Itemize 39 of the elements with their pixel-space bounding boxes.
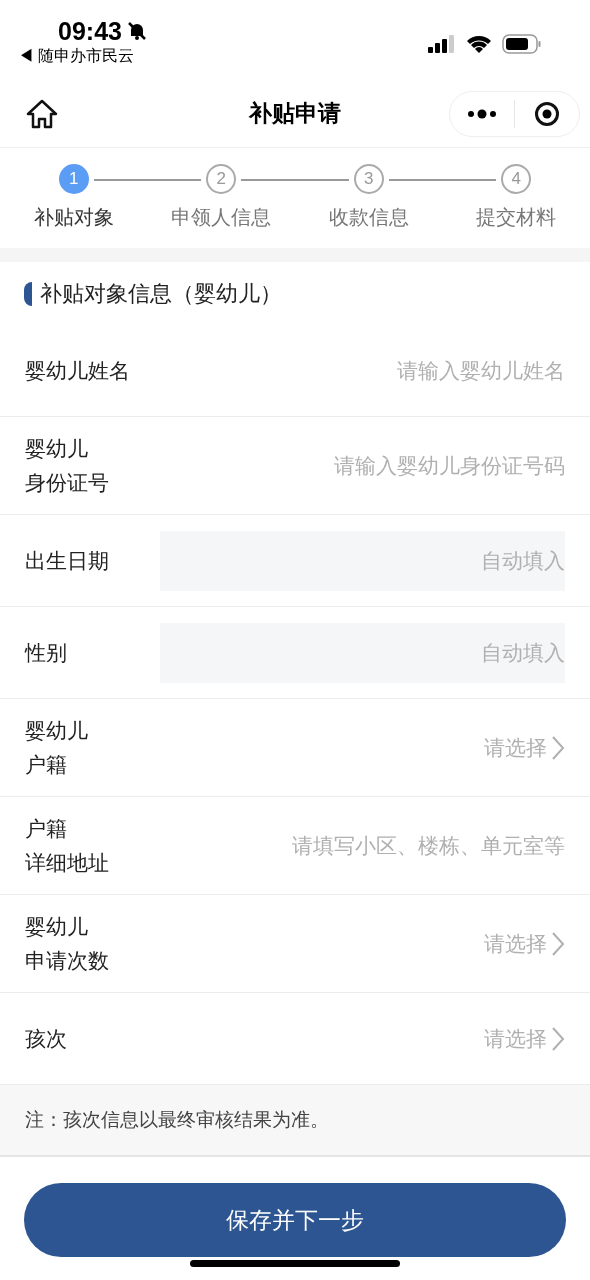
- step-number: 3: [353, 164, 384, 194]
- chevron-right-icon: [551, 734, 565, 761]
- step-label[interactable]: 补贴对象: [33, 202, 114, 232]
- auto-fill-field[interactable]: 自动填入: [160, 622, 565, 683]
- section-title: 补贴对象信息（婴幼儿）: [40, 280, 282, 308]
- home-button[interactable]: [26, 98, 58, 129]
- chevron-right-icon: [551, 1025, 565, 1052]
- step-number: 2: [206, 164, 237, 194]
- field-label: 户籍 详细地址: [25, 815, 110, 876]
- field-label: 孩次: [25, 1025, 68, 1052]
- chevron-right-icon: [551, 930, 565, 957]
- bell-muted-icon: [125, 20, 148, 42]
- input-field[interactable]: 请输入婴幼儿姓名: [155, 354, 565, 387]
- step-label[interactable]: 提交材料: [476, 202, 557, 232]
- back-to-app-link[interactable]: ◀ 随申办市民云: [18, 46, 148, 66]
- step-number: 1: [58, 164, 89, 194]
- field-label: 性别: [25, 639, 68, 666]
- field-label: 婴幼儿姓名: [25, 357, 131, 384]
- input-field[interactable]: 请填写小区、楼栋、单元室等: [155, 829, 565, 862]
- field-label: 婴幼儿 身份证号: [25, 435, 110, 496]
- section-marker: [24, 281, 32, 306]
- save-next-button[interactable]: 保存并下一步: [24, 1183, 566, 1257]
- field-label: 婴幼儿 户籍: [25, 717, 89, 778]
- note-text: 注：孩次信息以最终审核结果为准。: [25, 1107, 329, 1132]
- status-time: 09:43: [58, 16, 122, 46]
- step-label[interactable]: 申领人信息: [171, 202, 272, 232]
- auto-fill-field[interactable]: 自动填入: [160, 530, 565, 591]
- field-label: 出生日期: [25, 547, 110, 574]
- battery-icon: [502, 34, 542, 54]
- more-icon: [467, 108, 497, 119]
- wifi-icon: [466, 34, 492, 54]
- home-icon: [26, 98, 58, 129]
- signal-icon: [428, 35, 456, 53]
- step-number: 4: [501, 164, 532, 194]
- close-icon: [534, 100, 560, 127]
- step-label[interactable]: 收款信息: [328, 202, 409, 232]
- field-label: 婴幼儿 申请次数: [25, 913, 110, 974]
- page-title: 补贴申请: [249, 99, 341, 129]
- input-field[interactable]: 请输入婴幼儿身份证号码: [155, 449, 565, 482]
